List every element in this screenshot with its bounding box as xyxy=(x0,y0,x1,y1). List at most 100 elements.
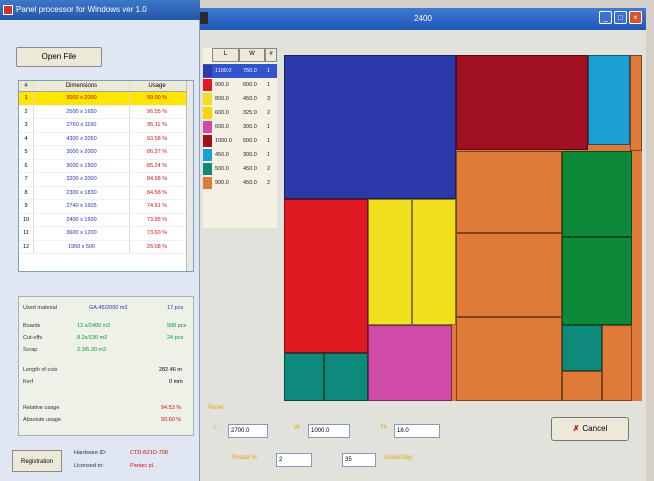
row-number: 12 xyxy=(19,240,34,253)
part-width: 300.0 xyxy=(243,124,257,130)
parts-list: L W # 1100.0 750.0 1 900.0 600.0 1 800.0 450.0 3… xyxy=(203,48,277,228)
part-qty: 1 xyxy=(267,124,271,130)
width-input[interactable]: 1000.0 xyxy=(308,424,350,438)
cutoffs-pcs: 24 pcs xyxy=(167,335,184,341)
close-icon[interactable]: × xyxy=(629,11,642,24)
row-dimensions: 3000 x 1500 xyxy=(34,159,130,172)
table-row[interactable]: 3 2760 x 1160 95.11 % xyxy=(19,119,193,133)
table-row[interactable]: 5 3000 x 2000 86.37 % xyxy=(19,146,193,160)
table-scrollbar[interactable] xyxy=(186,81,193,271)
part-qty: 2 xyxy=(267,180,271,186)
part-qty: 1 xyxy=(267,138,271,144)
length-input[interactable]: 2700.0 xyxy=(228,424,268,438)
piece-blue xyxy=(284,55,456,199)
row-usage: 85.24 % xyxy=(146,162,168,169)
row-usage: 84.98 % xyxy=(146,176,168,182)
piece-yellow-2 xyxy=(412,199,456,325)
piece-yellow-1 xyxy=(368,199,412,325)
part-length: 600.0 xyxy=(215,110,229,116)
row-dimensions: 2400 x 1500 xyxy=(34,213,130,226)
part-width: 500.0 xyxy=(243,138,257,144)
part-length: 1100.0 xyxy=(215,68,232,74)
piece-green-2 xyxy=(562,237,632,325)
table-row[interactable]: 6 3000 x 1500 85.24 % xyxy=(19,159,193,173)
piece-orange-5 xyxy=(562,371,602,401)
thickness-input[interactable]: 18.0 xyxy=(394,424,440,438)
row-number: 7 xyxy=(19,173,34,186)
row-number: 9 xyxy=(19,200,34,213)
count-input[interactable]: 35 xyxy=(342,453,376,467)
part-qty: 1 xyxy=(267,68,271,74)
part-row[interactable]: 900.0 450.0 2 xyxy=(203,176,277,190)
maximize-icon[interactable]: □ xyxy=(614,11,627,24)
part-row[interactable]: 600.0 300.0 1 xyxy=(203,120,277,134)
open-file-button[interactable]: Open File xyxy=(16,47,102,67)
row-dimensions: 2760 x 1160 xyxy=(34,119,130,132)
piece-orange-2 xyxy=(456,233,562,317)
table-row[interactable]: 1 3000 x 2000 99.00 % xyxy=(19,92,193,106)
stats-panel: Used material GA.45/2000 m2 17 pcs Board… xyxy=(18,296,194,436)
part-row[interactable]: 800.0 450.0 3 xyxy=(203,92,277,106)
piece-orange-3 xyxy=(456,317,562,401)
part-length: 900.0 xyxy=(215,180,229,186)
cutoffs-label: Cut-offs xyxy=(23,335,43,341)
part-length: 900.0 xyxy=(215,82,229,88)
row-dimensions: 2500 x 1650 xyxy=(34,105,130,118)
part-qty: 3 xyxy=(267,96,271,102)
cancel-button[interactable]: ✗ Cancel xyxy=(551,417,629,441)
part-row[interactable]: 600.0 325.0 2 xyxy=(203,106,277,120)
row-number: 10 xyxy=(19,213,34,226)
table-row[interactable]: 12 1950 x 500 26.08 % xyxy=(19,240,193,254)
part-row[interactable]: 900.0 600.0 1 xyxy=(203,78,277,92)
piece-orange-strip xyxy=(630,55,642,151)
part-color-swatch xyxy=(203,163,212,175)
kerf-value: 0 mm xyxy=(169,379,183,385)
table-row[interactable]: 7 3200 x 2000 84.98 % xyxy=(19,173,193,187)
part-width: 450.0 xyxy=(243,180,257,186)
row-usage: 73.95 % xyxy=(146,216,168,223)
hardware-id-value: CTD-B21D-798 xyxy=(130,450,168,456)
part-color-swatch xyxy=(203,107,212,119)
absolute-usage-label: Absolute usage xyxy=(23,417,61,423)
header-number: # xyxy=(19,81,34,91)
panel-title-bar: Panel processor for Windows ver 1.0 xyxy=(0,0,200,20)
row-number: 1 xyxy=(19,92,34,105)
part-row[interactable]: 1100.0 750.0 1 xyxy=(203,64,277,78)
used-material-value: GA.45/2000 m2 xyxy=(89,305,128,311)
minimize-icon[interactable]: _ xyxy=(599,11,612,24)
licensed-to-value: Pantec pl. xyxy=(130,463,155,469)
rotate-input[interactable]: 2 xyxy=(276,453,312,467)
part-row[interactable]: 450.0 300.0 1 xyxy=(203,148,277,162)
scrap-value: 2.3/6.30 m2 xyxy=(77,347,107,353)
table-row[interactable]: 2 2500 x 1650 96.55 % xyxy=(19,105,193,119)
piece-teal-2 xyxy=(324,353,368,401)
piece-teal-3 xyxy=(562,325,602,371)
part-row[interactable]: 1000.0 500.0 1 xyxy=(203,134,277,148)
dims-header-length: L xyxy=(212,48,239,62)
row-usage: 84.58 % xyxy=(146,189,168,196)
part-color-swatch xyxy=(203,79,212,91)
table-row[interactable]: 9 2740 x 1605 74.91 % xyxy=(19,200,193,214)
part-width: 325.0 xyxy=(243,110,257,116)
row-usage: 93.58 % xyxy=(146,135,168,142)
registration-button[interactable]: Registration xyxy=(12,450,62,472)
table-row[interactable]: 10 2400 x 1500 73.95 % xyxy=(19,213,193,227)
table-row[interactable]: 4 4300 x 2050 93.58 % xyxy=(19,132,193,146)
cut-length-value: 282.46 m xyxy=(159,367,182,373)
dims-header-qty: # xyxy=(265,48,277,62)
width-label: W xyxy=(294,425,300,431)
kerf-label: Kerf xyxy=(23,379,34,385)
panel-parameters: Panel L 2700.0 W 1000.0 Th 18.0 Rotate %… xyxy=(206,403,454,479)
absolute-usage-value: 93.60 % xyxy=(161,417,182,423)
table-row[interactable]: 11 3600 x 1200 73.60 % xyxy=(19,227,193,241)
part-row[interactable]: 500.0 450.0 2 xyxy=(203,162,277,176)
thickness-label: Th xyxy=(380,425,388,431)
row-dimensions: 3000 x 2000 xyxy=(34,146,130,159)
part-width: 450.0 xyxy=(243,96,257,102)
used-material-pcs: 17 pcs xyxy=(167,305,184,311)
cutting-layout xyxy=(284,55,642,401)
piece-dark-red xyxy=(456,55,588,150)
table-row[interactable]: 8 2300 x 1830 84.58 % xyxy=(19,186,193,200)
piece-cyan xyxy=(588,55,630,145)
part-color-swatch xyxy=(203,135,212,147)
